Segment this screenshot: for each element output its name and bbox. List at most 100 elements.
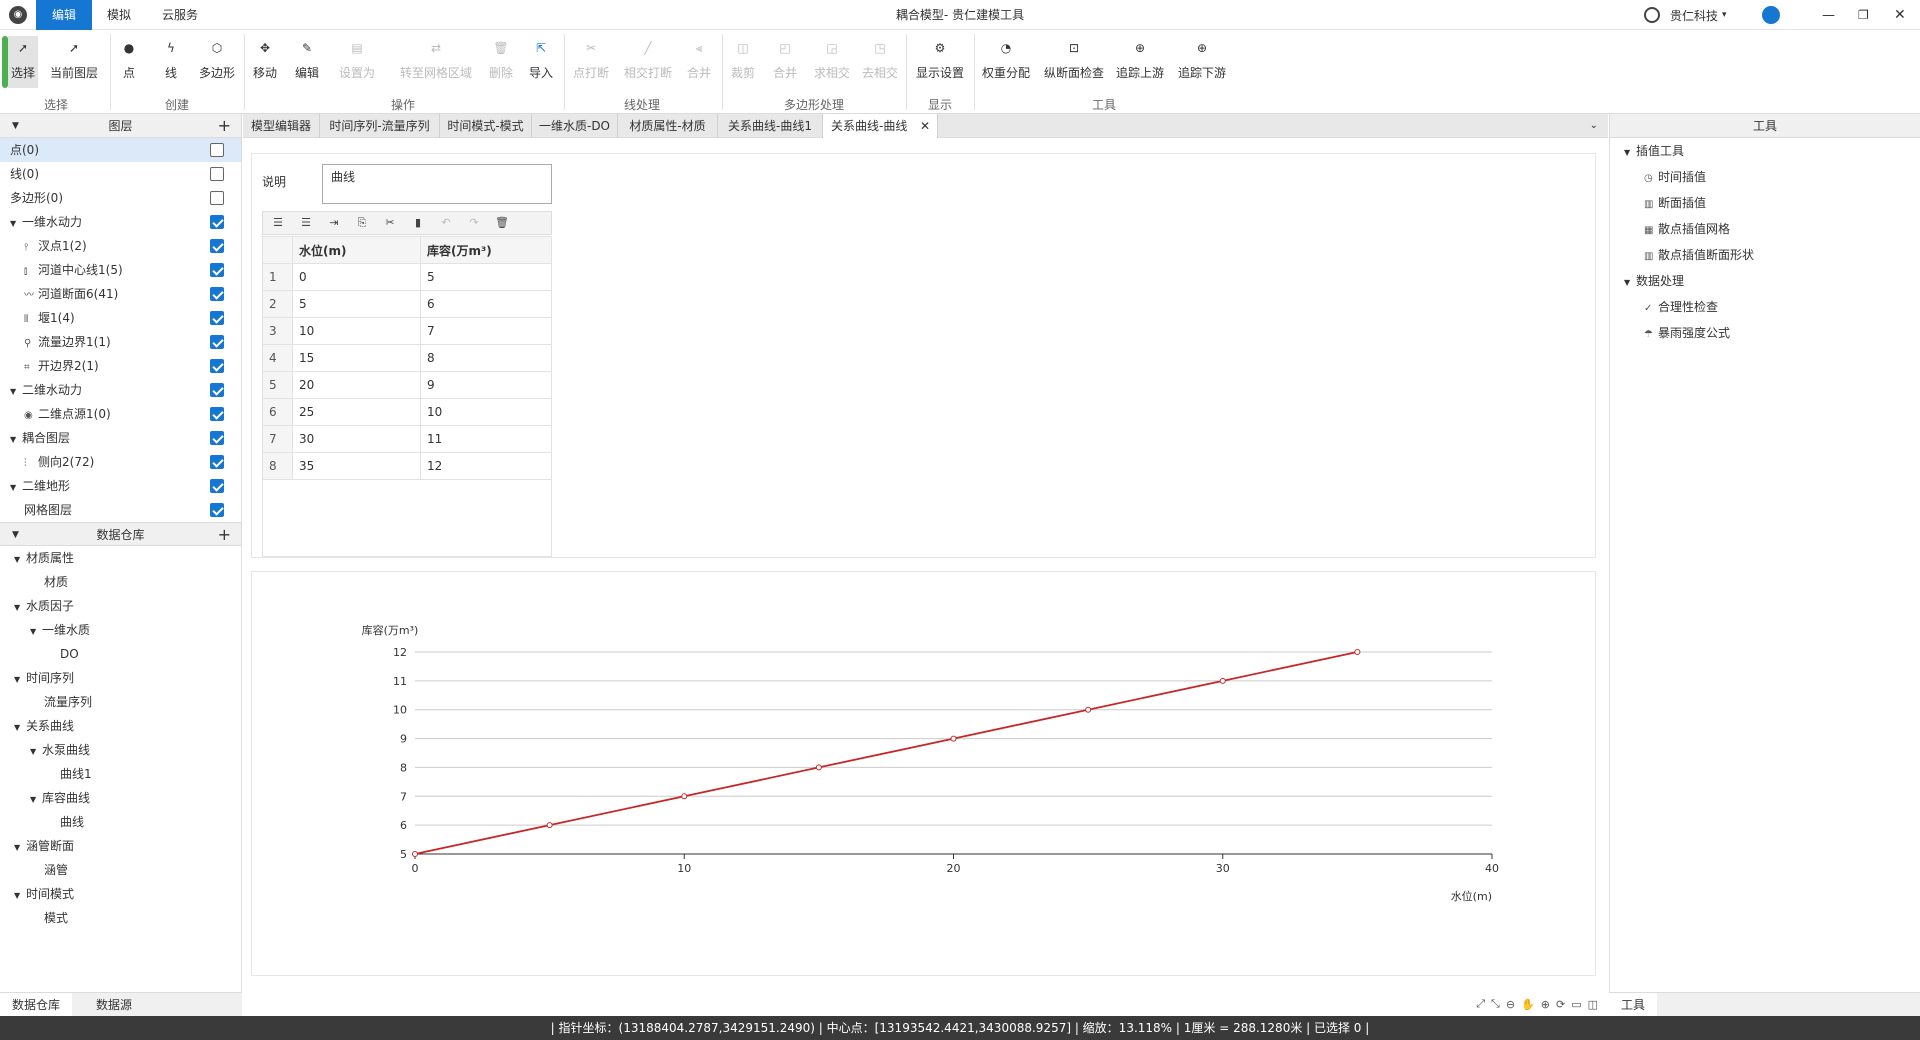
warehouse-item[interactable]: ▼ 时间模式 xyxy=(0,882,241,906)
merge-line-button[interactable]: ⫷ 合并 xyxy=(684,36,714,88)
tool-group[interactable]: ▼ 插值工具 xyxy=(1610,138,1920,164)
layer-item-point-source-2d[interactable]: ◉ 二维点源1(0) xyxy=(0,402,241,426)
tool-item[interactable]: ▥ 散点插值断面形状 xyxy=(1610,242,1920,268)
layer-item-hydro-2d[interactable]: ▼ 二维水动力 xyxy=(0,378,241,402)
tabs-dropdown-icon[interactable]: ⌄ xyxy=(1590,114,1598,138)
trace-downstream-button[interactable]: ⊕ 追踪下游 xyxy=(1176,36,1228,88)
layer-item-polygon[interactable]: 多边形(0) xyxy=(0,186,241,210)
expand-triangle-icon[interactable]: ▼ xyxy=(14,668,26,692)
expand-triangle-icon[interactable]: ▼ xyxy=(10,428,22,452)
warehouse-item[interactable]: ▼ 材质属性 xyxy=(0,546,241,570)
select-button[interactable]: ➚ 选择 xyxy=(8,36,38,88)
warehouse-item[interactable]: 曲线1 xyxy=(0,762,241,786)
layer-item-point[interactable]: 点(0) xyxy=(0,138,241,162)
intersect-break-button[interactable]: ╱ 相交打断 xyxy=(622,36,674,88)
storage-cell[interactable]: 7 xyxy=(420,317,552,345)
storage-cell[interactable]: 8 xyxy=(420,344,552,372)
layer-visibility-checkbox[interactable] xyxy=(210,383,224,397)
warehouse-item[interactable]: ▼ 水泵曲线 xyxy=(0,738,241,762)
delete-row-icon[interactable]: 🗑 xyxy=(491,212,513,234)
layer-visibility-checkbox[interactable] xyxy=(210,167,224,181)
layer-visibility-checkbox[interactable] xyxy=(210,431,224,445)
add-layer-icon[interactable]: + xyxy=(218,114,231,138)
warehouse-item[interactable]: 材质 xyxy=(0,570,241,594)
layer-item-hydro-1d[interactable]: ▼ 一维水动力 xyxy=(0,210,241,234)
trace-upstream-button[interactable]: ⊕ 追踪上游 xyxy=(1114,36,1166,88)
pan-hand-icon[interactable]: ✋ xyxy=(1521,998,1535,1011)
layer-visibility-checkbox[interactable] xyxy=(210,191,224,205)
point-button[interactable]: ● 点 xyxy=(116,36,142,88)
collapse-triangle-icon[interactable]: ▼ xyxy=(12,114,19,138)
warehouse-item[interactable]: ▼ 关系曲线 xyxy=(0,714,241,738)
profile-check-button[interactable]: ⊡ 纵断面检查 xyxy=(1042,36,1106,88)
warehouse-item[interactable]: ▼ 库容曲线 xyxy=(0,786,241,810)
warehouse-item[interactable]: ▼ 涵管断面 xyxy=(0,834,241,858)
expand-triangle-icon[interactable]: ▼ xyxy=(10,476,22,500)
point-break-button[interactable]: ✂ 点打断 xyxy=(570,36,612,88)
layer-visibility-checkbox[interactable] xyxy=(210,479,224,493)
expand-triangle-icon[interactable]: ▼ xyxy=(1624,270,1636,296)
warehouse-item[interactable]: ▼ 一维水质 xyxy=(0,618,241,642)
expand-triangle-icon[interactable]: ▼ xyxy=(14,716,26,740)
description-input[interactable]: 曲线 xyxy=(322,164,552,204)
warehouse-item[interactable]: ▼ 水质因子 xyxy=(0,594,241,618)
tool-item[interactable]: ◷ 时间插值 xyxy=(1610,164,1920,190)
indent-icon[interactable]: ⇥ xyxy=(323,212,345,234)
to-grid-area-button[interactable]: ⇄ 转至网格区域 xyxy=(396,36,476,88)
app-logo-icon[interactable]: ◉ xyxy=(6,4,30,26)
current-layer-button[interactable]: ➚ 当前图层 xyxy=(44,36,104,88)
minimize-icon[interactable]: — xyxy=(1822,0,1835,30)
expand-triangle-icon[interactable]: ▼ xyxy=(14,884,26,908)
menu-tab-edit[interactable]: 编辑 xyxy=(36,0,92,30)
water-level-cell[interactable]: 20 xyxy=(292,371,421,399)
column-header-storage[interactable]: 库容(万m³) xyxy=(420,236,552,264)
column-header-water-level[interactable]: 水位(m) xyxy=(292,236,421,264)
user-avatar-icon[interactable] xyxy=(1762,0,1780,30)
layer-item-junction[interactable]: ⫯ 汊点1(2) xyxy=(0,234,241,258)
redo-icon[interactable]: ↷ xyxy=(463,212,485,234)
layer-item-open-boundary[interactable]: ⌗ 开边界2(1) xyxy=(0,354,241,378)
restore-icon[interactable]: ❐ xyxy=(1858,0,1869,30)
expand-triangle-icon[interactable]: ▼ xyxy=(30,788,42,812)
table-row[interactable]: 105 xyxy=(262,263,552,291)
layer-item-grid[interactable]: 网格图层 xyxy=(0,498,241,522)
copy-icon[interactable]: ⎘ xyxy=(351,212,373,234)
paste-icon[interactable]: ▮ xyxy=(407,212,429,234)
warehouse-item[interactable]: 流量序列 xyxy=(0,690,241,714)
layer-visibility-checkbox[interactable] xyxy=(210,263,224,277)
layer-item-river-centerline[interactable]: ⫾ 河道中心线1(5) xyxy=(0,258,241,282)
layer-item-coupling[interactable]: ▼ 耦合图层 xyxy=(0,426,241,450)
expand-triangle-icon[interactable]: ▼ xyxy=(30,620,42,644)
doc-tab[interactable]: 关系曲线-曲线1 xyxy=(718,114,823,138)
layer-visibility-checkbox[interactable] xyxy=(210,455,224,469)
tab-data-source[interactable]: 数据源 xyxy=(84,993,144,1017)
refresh-icon[interactable]: ⟳ xyxy=(1556,998,1565,1011)
view-2d-icon[interactable]: ▭ xyxy=(1571,998,1581,1011)
warehouse-item[interactable]: ▼ 时间序列 xyxy=(0,666,241,690)
zoom-in-icon[interactable]: ⊕ xyxy=(1541,998,1550,1011)
table-row[interactable]: 4 15 8 xyxy=(262,344,552,372)
expand-triangle-icon[interactable]: ▼ xyxy=(1624,140,1636,166)
layer-visibility-checkbox[interactable] xyxy=(210,503,224,517)
tab-data-warehouse[interactable]: 数据仓库 xyxy=(0,993,73,1017)
water-level-cell[interactable]: 25 xyxy=(292,398,421,426)
fit-extent-icon[interactable]: ⤡ xyxy=(1491,997,1500,1011)
clip-button[interactable]: ◫ 裁剪 xyxy=(728,36,758,88)
close-window-icon[interactable]: ✕ xyxy=(1894,0,1906,30)
table-row[interactable]: 256 xyxy=(262,290,552,318)
collapse-triangle-icon[interactable]: ▼ xyxy=(12,523,19,547)
fullscreen-icon[interactable]: ⤢ xyxy=(1476,997,1485,1011)
company-area[interactable]: 贵仁科技 ▾ xyxy=(1644,0,1727,30)
layer-visibility-checkbox[interactable] xyxy=(210,311,224,325)
tool-item[interactable]: ✓ 合理性检查 xyxy=(1610,294,1920,320)
water-level-cell[interactable]: 0 xyxy=(292,263,421,291)
warehouse-item[interactable]: DO xyxy=(0,642,241,666)
expand-triangle-icon[interactable]: ▼ xyxy=(30,740,42,764)
edit-button[interactable]: ✎ 编辑 xyxy=(292,36,322,88)
water-level-cell[interactable]: 15 xyxy=(292,344,421,372)
doc-tab[interactable]: 时间模式-模式 xyxy=(440,114,532,138)
water-level-cell[interactable]: 10 xyxy=(292,317,421,345)
layer-item-flow-boundary[interactable]: ⚲ 流量边界1(1) xyxy=(0,330,241,354)
remove-intersect-button[interactable]: ◳ 去相交 xyxy=(860,36,900,88)
set-as-button[interactable]: ▤ 设置为 xyxy=(332,36,382,88)
